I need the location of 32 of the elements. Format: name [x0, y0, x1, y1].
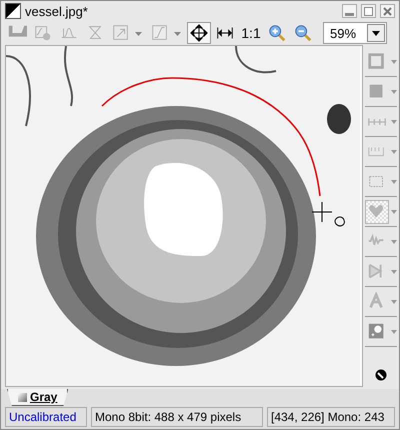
curve-icon	[33, 23, 53, 43]
minimize-icon	[345, 12, 354, 16]
calibration-status[interactable]: Uncalibrated	[5, 407, 87, 427]
caret-icon[interactable]	[391, 240, 397, 244]
caret-icon[interactable]	[391, 150, 397, 154]
image-info: Mono 8bit: 488 x 479 pixels	[91, 407, 263, 427]
close-button[interactable]	[380, 4, 395, 18]
caret-icon[interactable]	[391, 210, 397, 214]
document-icon	[5, 3, 21, 19]
pixel-info: [434, 226] Mono: 243	[267, 407, 395, 427]
zoom-in-icon	[267, 23, 287, 43]
rect-icon	[367, 52, 387, 72]
caret-icon[interactable]	[391, 330, 397, 334]
caret-icon[interactable]	[391, 270, 397, 274]
caret-icon[interactable]	[391, 180, 397, 184]
maximize-button[interactable]	[361, 4, 376, 18]
zoom-dropdown[interactable]: 59%	[323, 22, 387, 44]
actual-size-button[interactable]: 1:1	[239, 22, 263, 44]
close-icon	[383, 6, 392, 16]
window-title: vessel.jpg*	[25, 4, 89, 18]
caret-icon[interactable]	[391, 60, 397, 64]
channel-swatch-icon	[18, 392, 27, 402]
maximize-icon	[364, 6, 373, 16]
pan-button[interactable]	[187, 22, 211, 44]
minimize-button[interactable]	[342, 4, 357, 18]
line-icon	[367, 118, 387, 126]
channel-tab[interactable]: Gray	[7, 389, 68, 406]
zoom-out-icon	[293, 23, 313, 43]
caret-icon[interactable]	[391, 90, 397, 94]
pan-icon	[189, 23, 209, 43]
caret-icon[interactable]	[391, 300, 397, 304]
caret-icon[interactable]	[391, 120, 397, 124]
